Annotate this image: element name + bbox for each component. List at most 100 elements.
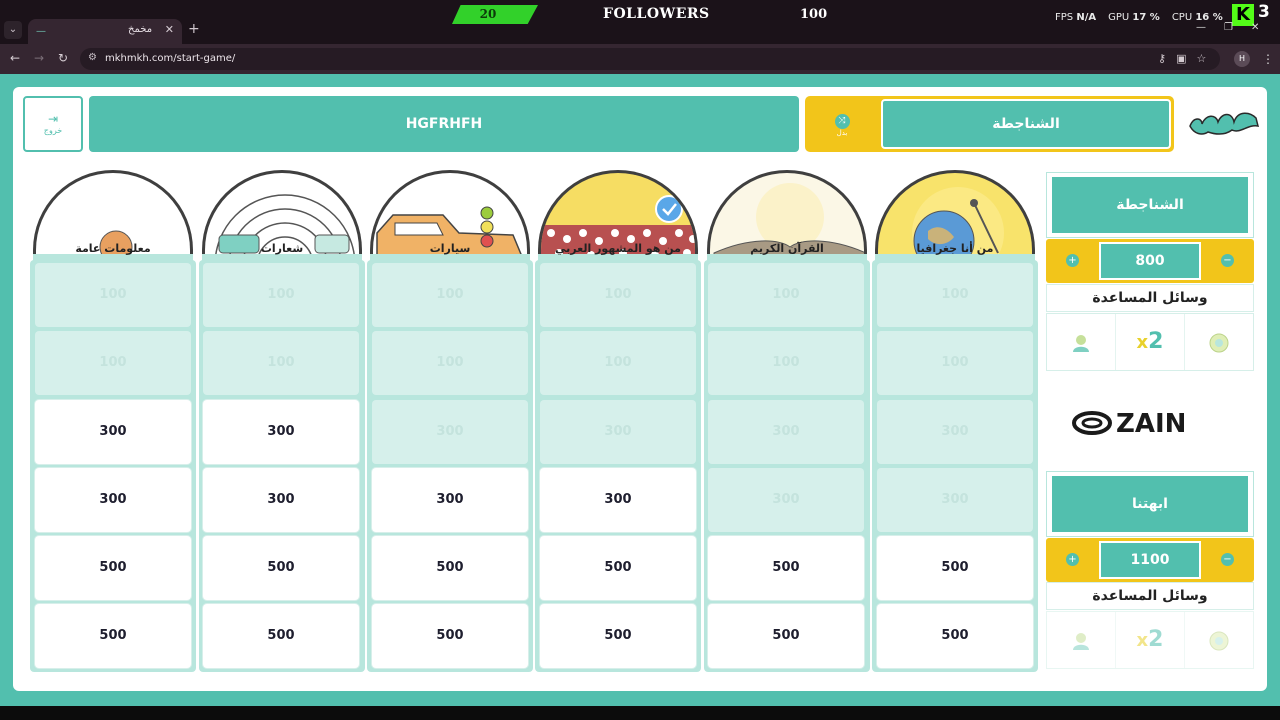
- category-quran: القرآن الكريم: [707, 170, 867, 262]
- question-cell: 100: [203, 263, 359, 327]
- question-cell[interactable]: 500: [203, 604, 359, 668]
- kick-counter: 3: [1258, 2, 1270, 22]
- question-cell[interactable]: 500: [35, 604, 191, 668]
- overlay-count-left: 20: [479, 7, 497, 21]
- maximize-icon[interactable]: ❐: [1224, 22, 1233, 33]
- question-cell[interactable]: 500: [372, 536, 528, 600]
- team-1-aids: x2: [1046, 313, 1254, 371]
- category-label: من أنا جغرافيا: [916, 242, 994, 255]
- password-key-icon[interactable]: ⚷: [1158, 52, 1166, 65]
- question-cell[interactable]: 500: [877, 536, 1033, 600]
- url-bar[interactable]: ⚙ mkhmkh.com/start-game/: [80, 48, 1220, 70]
- hole-icon[interactable]: [1185, 314, 1253, 370]
- question-cell: 300: [877, 468, 1033, 532]
- question-cell[interactable]: 300: [203, 468, 359, 532]
- question-cell[interactable]: 500: [708, 536, 864, 600]
- question-cell: 100: [372, 263, 528, 327]
- phone-friend-icon[interactable]: [1047, 612, 1116, 668]
- question-cell[interactable]: 500: [708, 604, 864, 668]
- tab-title: مخمخ: [128, 24, 153, 35]
- team-2-aids: x2: [1046, 611, 1254, 669]
- question-cell: 100: [708, 331, 864, 395]
- svg-text:ZAIN: ZAIN: [1116, 409, 1186, 438]
- question-cell[interactable]: 500: [35, 536, 191, 600]
- address-bar-row: ← → ↻ ⚙ mkhmkh.com/start-game/ ⚷ ▣ ☆: [0, 44, 1280, 74]
- team-2-card: ابهتنا: [1046, 471, 1254, 537]
- question-cell: 300: [708, 468, 864, 532]
- category-band: [370, 254, 530, 262]
- category-band: [202, 254, 362, 262]
- swap-icon: ⤨: [834, 114, 850, 129]
- question-cell[interactable]: 300: [35, 400, 191, 464]
- phone-friend-icon[interactable]: [1047, 314, 1116, 370]
- profile-avatar[interactable]: H: [1234, 51, 1250, 67]
- category-general-knowledge: معلومات عامة: [33, 170, 193, 262]
- fps-value: N/A: [1076, 12, 1097, 23]
- question-cell[interactable]: 300: [35, 468, 191, 532]
- double-points-icon[interactable]: x2: [1116, 612, 1185, 668]
- close-window-icon[interactable]: ✕: [1251, 22, 1259, 33]
- team-1-plus-icon[interactable]: +: [1066, 254, 1079, 267]
- turn-box: ⤨ بدل الشناجطة: [805, 96, 1174, 152]
- question-cell[interactable]: 300: [203, 400, 359, 464]
- question-cell: 300: [877, 400, 1033, 464]
- browser-tabstrip: ⌄ — مخمخ ✕ + 20 FOLLOWERS 100 FPS N/A GP…: [0, 0, 1280, 44]
- team-2-name: ابهتنا: [1052, 476, 1248, 532]
- new-tab-icon[interactable]: +: [188, 21, 200, 37]
- tab-search-button[interactable]: ⌄: [4, 21, 22, 39]
- team-1-minus-icon[interactable]: −: [1221, 254, 1234, 267]
- tab-favicon-icon: —: [36, 26, 46, 37]
- overlay-count-right: 100: [800, 7, 828, 22]
- category-logos: شعارات: [202, 170, 362, 262]
- category-band: [875, 254, 1035, 262]
- category-label: من هو المشهور العربي: [555, 242, 681, 255]
- question-cell[interactable]: 300: [540, 468, 696, 532]
- category-famous-arab: من هو المشهور العربي: [538, 170, 698, 262]
- hole-icon[interactable]: [1185, 612, 1253, 668]
- team-1-score-bar: + 800 −: [1046, 239, 1254, 283]
- reload-icon[interactable]: ↻: [58, 51, 68, 65]
- team-1-score: 800: [1099, 242, 1201, 280]
- double-points-icon[interactable]: x2: [1116, 314, 1185, 370]
- team-2-aids-title: وسائل المساعدة: [1046, 582, 1254, 610]
- team-2-plus-icon[interactable]: +: [1066, 553, 1079, 566]
- exit-button[interactable]: ⇥ خروج: [23, 96, 83, 152]
- question-cell[interactable]: 500: [372, 604, 528, 668]
- team-2-score: 1100: [1099, 541, 1201, 579]
- overlay-followers-label: FOLLOWERS: [603, 6, 710, 22]
- gpu-label: GPU: [1108, 12, 1130, 23]
- cast-icon[interactable]: ▣: [1176, 52, 1186, 65]
- minimize-icon[interactable]: —: [1196, 22, 1206, 33]
- category-cars: سيارات: [370, 170, 530, 262]
- swap-turn-button[interactable]: ⤨ بدل: [827, 108, 857, 138]
- category-label: القرآن الكريم: [750, 242, 824, 255]
- team-2-minus-icon[interactable]: −: [1221, 553, 1234, 566]
- browser-menu-icon[interactable]: ⋮: [1262, 52, 1274, 66]
- bookmark-star-icon[interactable]: ☆: [1196, 52, 1206, 65]
- browser-tab[interactable]: — مخمخ ✕: [28, 19, 182, 44]
- category-band: [33, 254, 193, 262]
- question-cell[interactable]: 500: [203, 536, 359, 600]
- question-cell[interactable]: 500: [877, 604, 1033, 668]
- tab-close-icon[interactable]: ✕: [165, 23, 174, 36]
- category-label: معلومات عامة: [75, 242, 151, 255]
- team-1-card: الشناجطة: [1046, 172, 1254, 238]
- address-bar-actions: ⚷ ▣ ☆: [1158, 52, 1206, 65]
- cpu-label: CPU: [1171, 12, 1193, 23]
- question-cell: 300: [372, 400, 528, 464]
- back-icon[interactable]: ←: [10, 51, 20, 65]
- fps-label: FPS: [1055, 12, 1074, 23]
- question-cell: 100: [708, 263, 864, 327]
- question-cell[interactable]: 500: [540, 604, 696, 668]
- url-text: mkhmkh.com/start-game/: [105, 53, 236, 64]
- category-band: [538, 254, 698, 262]
- site-info-icon[interactable]: ⚙: [88, 52, 97, 63]
- zain-logo: ZAIN: [1072, 409, 1186, 438]
- team-1-name: الشناجطة: [1052, 177, 1248, 233]
- question-cell[interactable]: 300: [372, 468, 528, 532]
- current-team-banner: HGFRHFH: [89, 96, 799, 152]
- mkhmkh-logo: [1189, 112, 1260, 135]
- category-label: شعارات: [260, 242, 304, 255]
- question-cell[interactable]: 500: [540, 536, 696, 600]
- forward-icon[interactable]: →: [34, 51, 44, 65]
